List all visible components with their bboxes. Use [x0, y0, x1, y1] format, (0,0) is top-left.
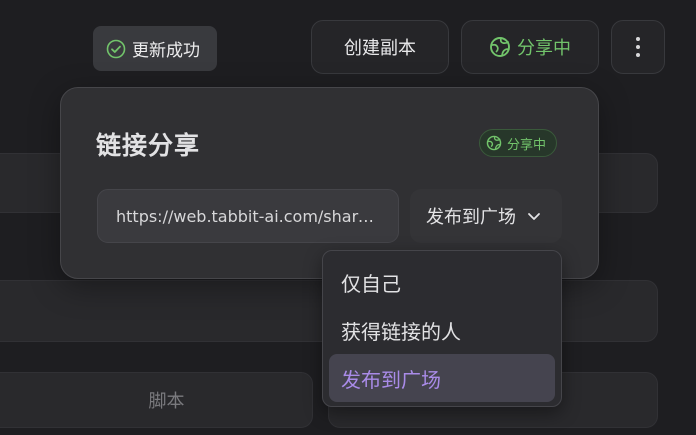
script-tab-label: 脚本 — [148, 391, 185, 412]
share-url-field[interactable]: https://web.tabbit-ai.com/share... — [97, 189, 399, 243]
dropdown-option-link-holders[interactable]: 获得链接的人 — [329, 306, 555, 354]
create-copy-label: 创建副本 — [344, 38, 416, 59]
option-label: 仅自己 — [341, 271, 401, 296]
more-vertical-icon-dot — [636, 45, 640, 49]
check-circle-icon — [106, 39, 126, 59]
share-button-label: 分享中 — [517, 38, 571, 59]
chevron-down-icon — [526, 208, 542, 224]
sharing-status-label: 分享中 — [507, 137, 547, 153]
sharing-status-badge: 分享中 — [479, 129, 558, 157]
more-options-button[interactable] — [611, 20, 665, 74]
option-label: 发布到广场 — [341, 367, 441, 392]
share-scope-value: 发布到广场 — [426, 207, 516, 228]
share-button[interactable]: 分享中 — [461, 20, 599, 74]
toast-label: 更新成功 — [132, 41, 200, 61]
globe-icon — [489, 36, 511, 58]
panel-title: 链接分享 — [96, 131, 201, 160]
dropdown-option-only-me[interactable]: 仅自己 — [329, 258, 555, 306]
share-scope-select[interactable]: 发布到广场 — [410, 189, 562, 243]
option-label: 获得链接的人 — [341, 319, 461, 344]
editor-page: 脚本 更新成功 创建副本 分享中 链接分享 分享中 https://web.ta… — [0, 0, 696, 435]
share-url-text: https://web.tabbit-ai.com/share... — [116, 206, 378, 226]
more-vertical-icon — [636, 37, 640, 41]
create-copy-button[interactable]: 创建副本 — [311, 20, 449, 74]
globe-icon — [486, 135, 502, 151]
dropdown-option-publish-square[interactable]: 发布到广场 — [329, 354, 555, 402]
share-scope-dropdown: 仅自己 获得链接的人 发布到广场 — [322, 250, 562, 407]
script-tab[interactable]: 脚本 — [0, 372, 313, 428]
update-success-toast: 更新成功 — [93, 26, 217, 71]
more-vertical-icon-dot — [636, 53, 640, 57]
